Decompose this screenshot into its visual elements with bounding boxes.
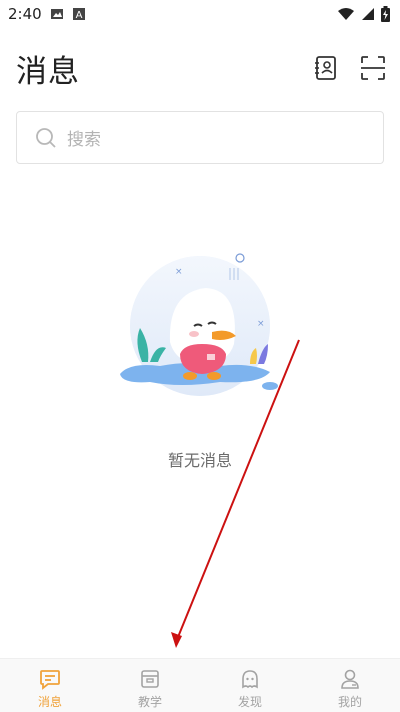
- empty-state: × × 暂无消息: [0, 240, 400, 480]
- battery-icon: [381, 6, 390, 22]
- empty-state-text: 暂无消息: [167, 451, 232, 470]
- duck-illustration: × ×: [120, 253, 278, 396]
- search-placeholder: 搜索: [67, 130, 101, 150]
- tab-profile[interactable]: 我的: [300, 659, 400, 712]
- tab-label: 消息: [37, 695, 62, 709]
- tab-label: 教学: [137, 695, 162, 709]
- message-icon: [40, 670, 60, 690]
- svg-text:×: ×: [257, 319, 265, 329]
- status-bar: 2:40 A: [0, 0, 400, 28]
- tab-label: 我的: [337, 695, 362, 709]
- contacts-button[interactable]: [312, 54, 340, 82]
- profile-icon: [341, 669, 359, 689]
- page-title: 消息: [16, 54, 80, 90]
- tab-teaching[interactable]: 教学: [100, 659, 200, 712]
- scan-icon: [361, 56, 385, 80]
- status-left: 2:40 A: [8, 5, 86, 23]
- discover-icon: [242, 670, 258, 689]
- svg-text:A: A: [75, 10, 82, 21]
- contacts-icon: [315, 56, 336, 80]
- status-right: [337, 6, 390, 22]
- image-notification-icon: [50, 9, 63, 19]
- tab-messages[interactable]: 消息: [0, 659, 100, 712]
- scan-button[interactable]: [359, 54, 387, 82]
- search-icon: [36, 127, 56, 148]
- bottom-tab-bar: 消息 教学 发现 我的: [0, 658, 400, 712]
- signal-icon: [362, 8, 374, 20]
- tab-label: 发现: [237, 695, 262, 709]
- wifi-icon: [338, 8, 354, 20]
- status-time: 2:40: [8, 5, 42, 23]
- svg-text:×: ×: [175, 267, 183, 277]
- teaching-icon: [141, 670, 159, 688]
- search-input[interactable]: 搜索: [16, 111, 384, 164]
- a-notification-icon: A: [72, 8, 85, 21]
- tab-discover[interactable]: 发现: [200, 659, 300, 712]
- header: 消息: [0, 40, 400, 96]
